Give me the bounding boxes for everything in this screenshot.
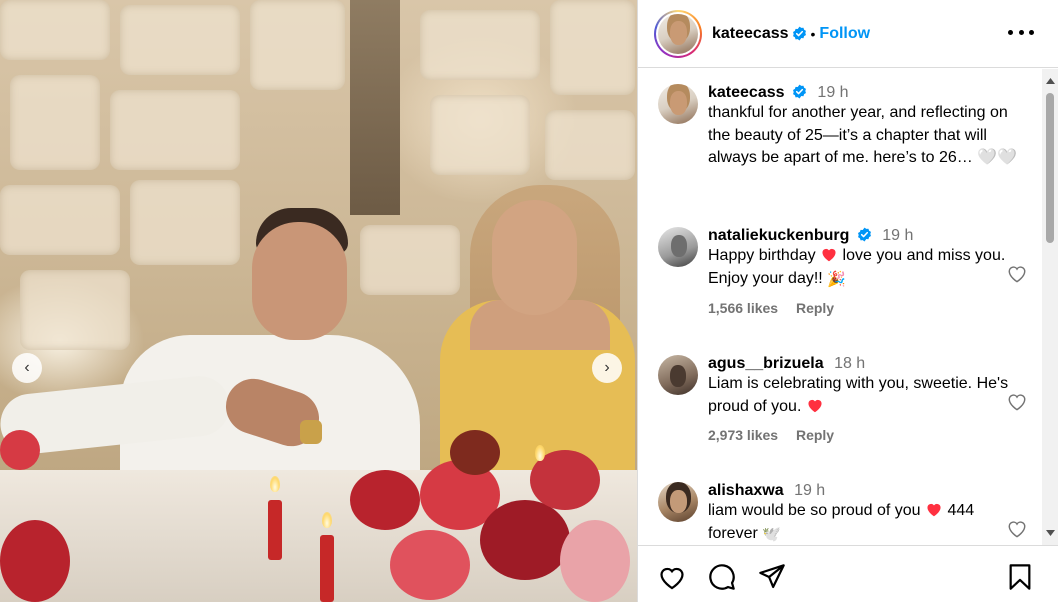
- red-heart-emoji-icon: [927, 503, 941, 517]
- chevron-right-icon: ›: [604, 359, 610, 376]
- candle: [320, 535, 334, 602]
- like-button[interactable]: [657, 562, 687, 592]
- candle-flame: [535, 445, 545, 461]
- story-ring[interactable]: [654, 9, 702, 58]
- wall-stone: [10, 75, 100, 170]
- comment-text-part: liam would be so proud of you: [708, 502, 921, 519]
- comment-avatar[interactable]: [658, 482, 698, 522]
- post-sidebar: kateecass • Follow kateecass 19 h thankf…: [637, 0, 1058, 602]
- wall-stone: [0, 185, 120, 255]
- wristwatch: [300, 420, 322, 444]
- flower: [0, 520, 70, 602]
- bookmark-icon: [1009, 564, 1031, 590]
- candle-flame: [270, 476, 280, 492]
- wall-stone: [0, 0, 110, 60]
- wall-stone: [550, 0, 635, 95]
- comment-text-part: Happy birthday: [708, 247, 816, 264]
- wall-stone: [110, 90, 240, 170]
- save-button[interactable]: [1005, 562, 1035, 592]
- post-actions-bar: [638, 545, 1058, 602]
- candle-flame: [322, 512, 332, 528]
- flower-arrangement: [330, 430, 630, 602]
- share-icon: [759, 564, 785, 589]
- verified-badge-icon: [792, 26, 806, 41]
- woman-face: [492, 200, 577, 315]
- comments-scrollbar[interactable]: [1042, 69, 1058, 545]
- comment-username[interactable]: nataliekuckenburg: [708, 227, 849, 244]
- wall-stone: [360, 225, 460, 295]
- caption-time[interactable]: 19 h: [817, 84, 848, 101]
- flower: [0, 430, 40, 470]
- comment-username[interactable]: agus__brizuela: [708, 355, 824, 372]
- window-slit: [350, 0, 400, 215]
- scroll-down-arrow-icon[interactable]: [1042, 525, 1058, 541]
- comment-text: Happy birthday love you and miss you. En…: [708, 245, 1028, 291]
- comment-reply-button[interactable]: Reply: [796, 300, 834, 316]
- comment-icon: [709, 564, 735, 590]
- carousel-next-button[interactable]: ›: [592, 353, 622, 383]
- caption-text: thankful for another year, and reflectin…: [708, 104, 1018, 166]
- party-popper-emoji-icon: 🎉: [827, 270, 846, 288]
- comment-text-part: Liam is celebrating with you, sweetie. H…: [708, 375, 1009, 415]
- comments-list[interactable]: kateecass 19 h thankful for another year…: [638, 69, 1043, 545]
- comment-avatar[interactable]: [658, 227, 698, 267]
- wall-stone: [420, 10, 540, 80]
- wall-stone: [430, 95, 530, 175]
- comment-time[interactable]: 19 h: [882, 227, 913, 244]
- verified-badge-icon: [857, 227, 871, 242]
- comment-likes-count[interactable]: 2,973 likes: [708, 427, 778, 443]
- red-heart-emoji-icon: [822, 248, 836, 262]
- verified-badge-icon: [793, 84, 806, 99]
- wall-stone: [120, 5, 240, 75]
- caption-username[interactable]: kateecass: [708, 84, 785, 101]
- comment-button[interactable]: [707, 562, 737, 592]
- comment-time[interactable]: 18 h: [834, 355, 865, 372]
- man-face: [252, 222, 347, 340]
- caption-avatar[interactable]: [658, 84, 698, 124]
- comment-text: Liam is celebrating with you, sweetie. H…: [708, 373, 1028, 418]
- comment-avatar[interactable]: [658, 355, 698, 395]
- share-button[interactable]: [757, 562, 787, 592]
- author-username[interactable]: kateecass: [712, 25, 789, 43]
- scroll-up-arrow-icon[interactable]: [1042, 73, 1058, 89]
- post-header: kateecass • Follow: [638, 0, 1058, 68]
- candle: [268, 500, 282, 560]
- comment-reply-button[interactable]: Reply: [796, 427, 834, 443]
- chevron-left-icon: ‹: [24, 359, 30, 376]
- comment-text: liam would be so proud of you 444 foreve…: [708, 500, 1028, 545]
- post-photo[interactable]: ‹ ›: [0, 0, 637, 602]
- comment-time[interactable]: 19 h: [794, 482, 825, 499]
- author-avatar[interactable]: [658, 13, 698, 54]
- wall-stone: [250, 0, 345, 90]
- comment-like-heart-icon[interactable]: [1006, 518, 1028, 538]
- follow-button[interactable]: Follow: [819, 25, 870, 43]
- red-heart-emoji-icon: [808, 399, 822, 412]
- carousel-prev-button[interactable]: ‹: [12, 353, 42, 383]
- comment-username[interactable]: alishaxwa: [708, 482, 784, 499]
- wall-stone: [545, 110, 635, 180]
- scrollbar-thumb[interactable]: [1046, 93, 1054, 243]
- comment-like-heart-icon[interactable]: [1006, 391, 1028, 411]
- more-options-icon[interactable]: [1008, 22, 1034, 42]
- separator-dot: •: [810, 25, 816, 42]
- comment-like-heart-icon[interactable]: [1006, 263, 1028, 283]
- wall-stone: [130, 180, 240, 265]
- heart-icon: [660, 567, 684, 590]
- wall-stone: [20, 270, 130, 350]
- dove-emoji-icon: 🕊️: [762, 525, 781, 543]
- comment-likes-count[interactable]: 1,566 likes: [708, 300, 778, 316]
